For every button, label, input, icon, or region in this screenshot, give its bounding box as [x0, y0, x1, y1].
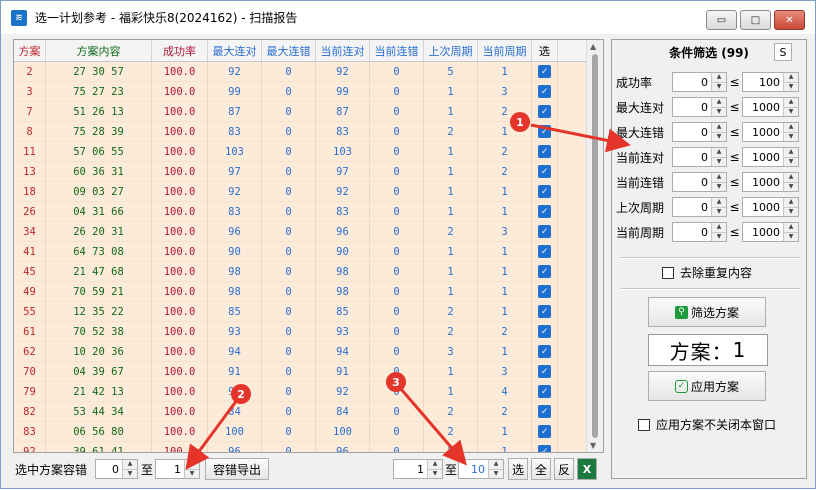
arrow-1	[530, 123, 631, 153]
arrow-3	[399, 388, 467, 466]
badge-2: 2	[231, 384, 251, 404]
badge-3: 3	[386, 372, 406, 392]
badge-1: 1	[510, 112, 530, 132]
main-window: ≋ 选一计划参考 - 福彩快乐8(2024162) - 扫描报告 ▭ □ ✕ 方…	[0, 0, 816, 489]
annotation-arrows	[185, 123, 631, 470]
arrow-2	[185, 399, 239, 470]
